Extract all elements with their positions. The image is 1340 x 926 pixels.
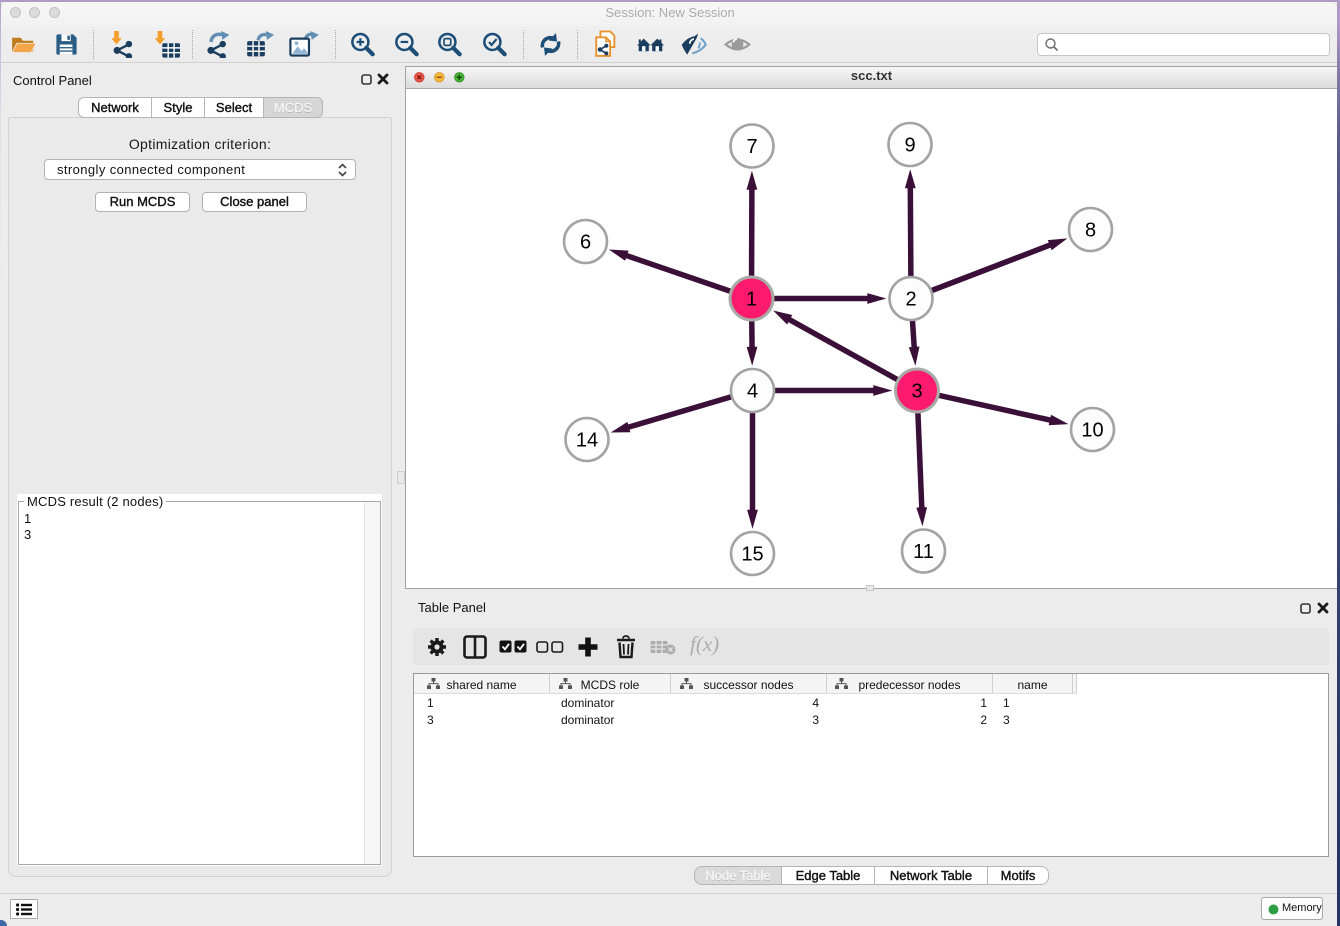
svg-text:14: 14 xyxy=(576,430,598,452)
svg-text:11: 11 xyxy=(913,541,934,563)
svg-text:6: 6 xyxy=(580,232,591,254)
svg-text:15: 15 xyxy=(741,544,763,566)
svg-text:10: 10 xyxy=(1081,420,1103,442)
svg-text:3: 3 xyxy=(911,381,922,403)
svg-text:8: 8 xyxy=(1085,220,1096,242)
svg-text:2: 2 xyxy=(905,289,916,311)
svg-text:9: 9 xyxy=(904,135,915,157)
svg-text:7: 7 xyxy=(746,136,757,158)
svg-text:4: 4 xyxy=(747,381,758,403)
svg-text:1: 1 xyxy=(746,289,757,311)
